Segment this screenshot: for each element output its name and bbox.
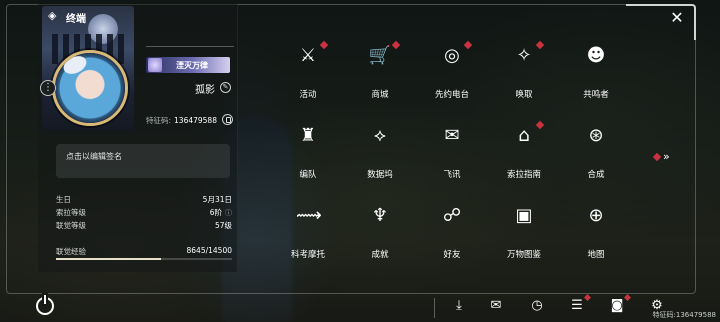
notification-dot	[535, 120, 545, 130]
menu-item[interactable]: ✧ 唤取	[488, 40, 560, 112]
player-name: 孤影	[195, 85, 215, 96]
menu-item[interactable]: 🛒 商城	[344, 40, 416, 112]
signature-placeholder: 点击以编辑签名	[66, 152, 122, 161]
menu-item[interactable]: ♜ 编队	[272, 122, 344, 192]
message-icon: ✉	[444, 125, 460, 146]
double-chevron-right-icon: »	[663, 150, 670, 163]
menu-item[interactable]: ☻ 共鸣者	[560, 42, 632, 112]
xp-value: 8645/14500	[186, 246, 232, 255]
stat-value: 57级	[214, 221, 232, 230]
handshake-icon: ☍	[442, 205, 462, 226]
menu-item-label: 商城	[371, 90, 389, 100]
map-compass-icon: ⊕	[588, 205, 604, 226]
menu-item[interactable]: ♆ 成就	[344, 202, 416, 272]
menu-item[interactable]: ⟿ 科考摩托	[272, 202, 344, 272]
activity-icon: ⚔	[299, 45, 317, 66]
menu-item-label: 成就	[371, 250, 389, 260]
bottom-uid: 特征码:136479588	[652, 311, 716, 319]
menu-item-label: 活动	[299, 90, 317, 100]
menu-item-label: 飞讯	[443, 170, 461, 180]
shop-cart-icon: 🛒	[368, 45, 392, 66]
menu-item-label: 数据坞	[367, 170, 393, 180]
menu-item-label: 索拉指南	[506, 170, 541, 180]
power-icon[interactable]	[36, 295, 54, 315]
resonator-portrait-icon: ☻	[586, 45, 606, 66]
bottom-bar: ⤓ ✉ ◷ ☰ ◙ ⚙ 特征码:136479588	[0, 293, 720, 322]
badge-label: 湮灭万律	[176, 60, 208, 70]
camera-icon[interactable]: ◙	[608, 293, 632, 315]
stat-birthday: 生日 5月31日	[56, 194, 232, 207]
menu-item-label: 合成	[587, 170, 605, 180]
menu-item-label: 万物图鉴	[506, 250, 541, 260]
notice-icon[interactable]: ☰	[568, 293, 592, 315]
more-options-button[interactable]: ⋮	[40, 80, 56, 96]
menu-item-label: 地图	[587, 250, 605, 260]
uid-label: 特征码:	[146, 116, 172, 125]
xp-label: 联觉经验	[56, 247, 86, 256]
cards-icon: ▣	[515, 205, 533, 226]
stat-sol-level: 索拉等级 6阶 ⓘ	[56, 207, 232, 220]
radio-icon: ◎	[444, 45, 460, 66]
xp-progress-bar	[56, 258, 232, 260]
notification-dot	[652, 152, 662, 162]
stat-value: 5月31日	[202, 195, 232, 204]
motorcycle-icon: ⟿	[296, 205, 322, 226]
menu-item-label: 编队	[299, 170, 317, 180]
edit-name-icon[interactable]: ✎	[220, 82, 231, 93]
menu-item[interactable]: ⌂ 索拉指南	[488, 120, 560, 192]
uid-row: 特征码: 136479588	[146, 115, 217, 126]
menu-item[interactable]: ✉ 飞讯	[416, 122, 488, 192]
page-title: 终端	[66, 14, 86, 25]
terminal-menu-grid: ⚔ 活动 🛒 商城 ◎ 先约电台 ✧ 唤取 ☻ 共鸣者 ♜ 编队 ⟡ 数据坞 ✉ 飞讯 ⌂ 索拉指南 ⊛ 合成 ⟿ 科考摩…	[272, 40, 642, 272]
stat-union-level: 联觉等级 57级	[56, 220, 232, 233]
menu-item[interactable]: ⊕ 地图	[560, 202, 632, 272]
menu-item-label: 唤取	[515, 90, 533, 100]
menu-item-label: 好友	[443, 250, 461, 260]
menu-item[interactable]: ◎ 先约电台	[416, 40, 488, 112]
mail-icon[interactable]: ✉	[487, 297, 505, 315]
stat-label: 生日	[56, 195, 71, 204]
stat-label: 联觉等级	[56, 221, 86, 230]
terminal-logo-icon: ◈	[48, 9, 57, 22]
copy-uid-icon[interactable]	[222, 114, 233, 125]
notification-dot	[463, 40, 473, 50]
menu-item[interactable]: ☍ 好友	[416, 202, 488, 272]
divider	[434, 298, 435, 318]
menu-item[interactable]: ▣ 万物图鉴	[488, 202, 560, 272]
next-page-button[interactable]: »	[652, 150, 670, 163]
avatar[interactable]	[55, 53, 125, 123]
signature-field[interactable]: 点击以编辑签名	[56, 144, 230, 178]
synthesis-icon: ⊛	[588, 125, 604, 146]
title-badge[interactable]: 湮灭万律	[146, 57, 230, 73]
menu-item[interactable]: ⟡ 数据坞	[344, 122, 416, 192]
summon-compass-icon: ✧	[516, 45, 532, 66]
union-xp-row: 联觉经验 8645/14500	[56, 246, 232, 257]
xp-progress-fill	[56, 258, 161, 260]
stat-value: 6阶	[209, 208, 222, 217]
clock-icon[interactable]: ◷	[528, 297, 546, 315]
notification-dot	[319, 40, 329, 50]
download-icon[interactable]: ⤓	[450, 297, 468, 315]
notification-dot	[391, 40, 401, 50]
info-icon[interactable]: ⓘ	[225, 208, 232, 218]
close-icon: ✕	[670, 8, 684, 27]
menu-item-label: 科考摩托	[290, 250, 325, 260]
data-bank-icon: ⟡	[374, 125, 386, 146]
menu-item-label: 先约电台	[434, 90, 469, 100]
notification-dot	[535, 40, 545, 50]
guidebook-icon: ⌂	[518, 125, 530, 146]
stats-list: 生日 5月31日 索拉等级 6阶 ⓘ 联觉等级 57级	[56, 194, 232, 233]
team-chess-icon: ♜	[299, 125, 317, 146]
divider	[146, 46, 234, 47]
badge-emblem-icon	[148, 58, 162, 72]
menu-item[interactable]: ⚔ 活动	[272, 40, 344, 112]
menu-item-label: 共鸣者	[583, 90, 609, 100]
close-button[interactable]: ✕	[668, 9, 686, 27]
stat-label: 索拉等级	[56, 208, 86, 217]
menu-item[interactable]: ⊛ 合成	[560, 122, 632, 192]
uid-value: 136479588	[174, 116, 217, 125]
trophy-icon: ♆	[371, 205, 389, 226]
